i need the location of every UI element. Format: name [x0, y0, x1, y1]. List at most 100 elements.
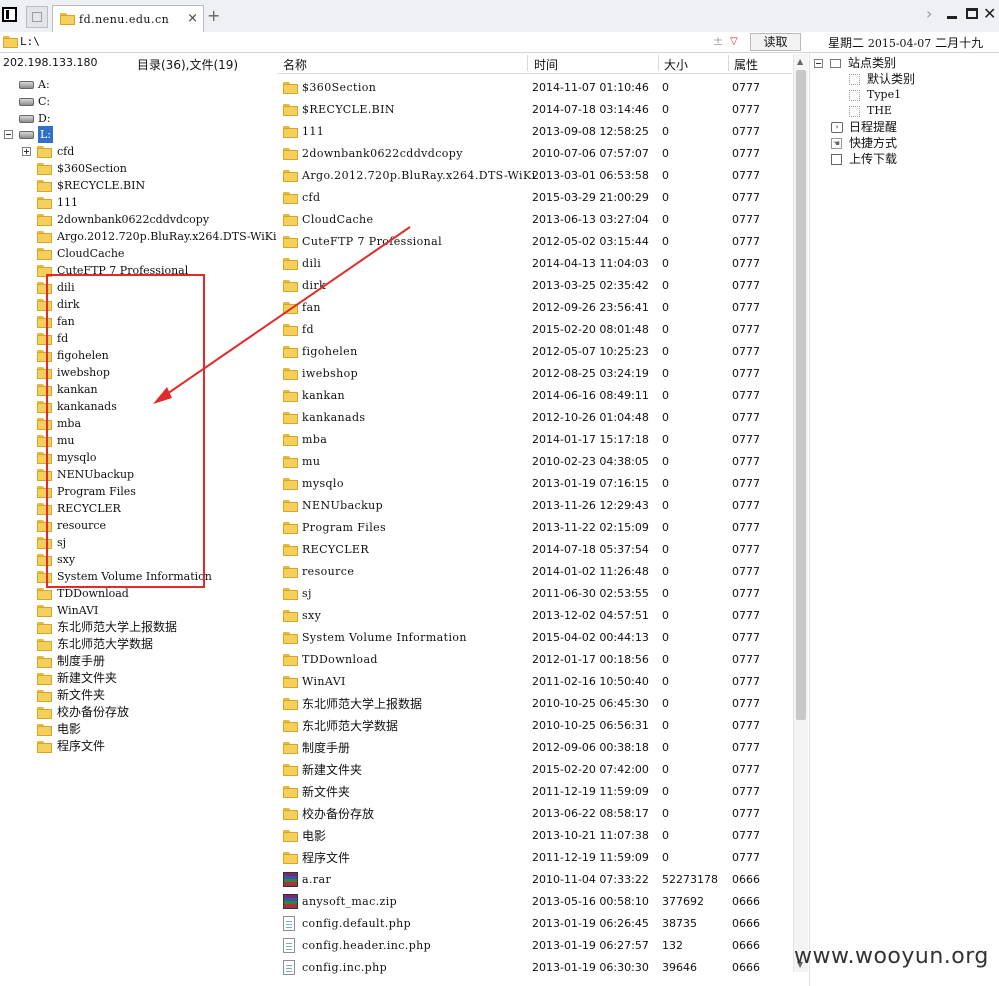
file-name[interactable]: config.default.php	[302, 913, 411, 935]
folder-row[interactable]: 东北师范大学上报数据 2010-10-25 06:45:30 0 0777	[278, 693, 792, 715]
file-name[interactable]: kankanads	[302, 407, 365, 429]
folder-row[interactable]: 程序文件 2011-12-19 11:59:09 0 0777	[278, 847, 792, 869]
file-name[interactable]: 程序文件	[302, 847, 350, 869]
collapse-icon[interactable]	[4, 130, 13, 139]
file-name[interactable]: RECYCLER	[302, 539, 369, 561]
folder-row[interactable]: Argo.2012.720p.BluRay.x264.DTS-WiKi 2013-…	[278, 165, 792, 187]
file-name[interactable]: mysqlo	[302, 473, 344, 495]
file-name[interactable]: sj	[302, 583, 312, 605]
folder-row[interactable]: RECYCLER 2014-07-18 05:37:54 0 0777	[278, 539, 792, 561]
folder-row[interactable]: WinAVI 2011-02-16 10:50:40 0 0777	[278, 671, 792, 693]
column-name[interactable]: 名称	[283, 56, 307, 73]
file-name[interactable]: a.rar	[302, 869, 331, 891]
minimize-icon[interactable]	[947, 16, 957, 19]
folder-row[interactable]: fd 2015-02-20 08:01:48 0 0777	[278, 319, 792, 341]
maximize-icon[interactable]	[966, 8, 978, 19]
chevron-right-icon[interactable]: ›	[926, 4, 932, 23]
folder-row[interactable]: sj 2011-06-30 02:53:55 0 0777	[278, 583, 792, 605]
file-name[interactable]: CuteFTP 7 Professional	[302, 231, 442, 253]
file-name[interactable]: Argo.2012.720p.BluRay.x264.DTS-WiKi	[302, 165, 536, 187]
folder-row[interactable]: kankan 2014-06-16 08:49:11 0 0777	[278, 385, 792, 407]
folder-row[interactable]: iwebshop 2012-08-25 03:24:19 0 0777	[278, 363, 792, 385]
add-bookmark-icon[interactable]: ±	[713, 34, 723, 48]
file-name[interactable]: System Volume Information	[302, 627, 467, 649]
file-name[interactable]: 新文件夹	[302, 781, 350, 803]
file-name[interactable]: 东北师范大学数据	[302, 715, 398, 737]
folder-row[interactable]: TDDownload 2012-01-17 00:18:56 0 0777	[278, 649, 792, 671]
tab-active[interactable]: fd.nenu.edu.cn ×	[52, 5, 204, 32]
folder-row[interactable]: 新建文件夹 2015-02-20 07:42:00 0 0777	[278, 759, 792, 781]
file-name[interactable]: Program Files	[302, 517, 386, 539]
file-name[interactable]: anysoft_mac.zip	[302, 891, 397, 913]
column-time[interactable]: 时间	[534, 56, 558, 73]
folder-row[interactable]: CuteFTP 7 Professional 2012-05-02 03:15:4…	[278, 231, 792, 253]
file-name[interactable]: $RECYCLE.BIN	[302, 99, 395, 121]
file-name[interactable]: 111	[302, 121, 324, 143]
address-input[interactable]: L:\	[20, 35, 40, 48]
file-name[interactable]: $360Section	[302, 77, 376, 99]
file-name[interactable]: cfd	[302, 187, 320, 209]
file-name[interactable]: 制度手册	[302, 737, 350, 759]
close-tab-icon[interactable]: ×	[187, 11, 198, 26]
folder-row[interactable]: CloudCache 2013-06-13 03:27:04 0 0777	[278, 209, 792, 231]
folder-row[interactable]: cfd 2015-03-29 21:00:29 0 0777	[278, 187, 792, 209]
folder-row[interactable]: fan 2012-09-26 23:56:41 0 0777	[278, 297, 792, 319]
close-icon[interactable]: ✕	[983, 4, 996, 23]
folder-row[interactable]: $360Section 2014-11-07 01:10:46 0 0777	[278, 77, 792, 99]
folder-row[interactable]: 制度手册 2012-09-06 00:38:18 0 0777	[278, 737, 792, 759]
folder-row[interactable]: dili 2014-04-13 11:04:03 0 0777	[278, 253, 792, 275]
folder-row[interactable]: 校办备份存放 2013-06-22 08:58:17 0 0777	[278, 803, 792, 825]
file-name[interactable]: 2downbank0622cddvdcopy	[302, 143, 463, 165]
file-name[interactable]: NENUbackup	[302, 495, 383, 517]
folder-row[interactable]: mysqlo 2013-01-19 07:16:15 0 0777	[278, 473, 792, 495]
file-name[interactable]: WinAVI	[302, 671, 346, 693]
file-name[interactable]: figohelen	[302, 341, 358, 363]
file-name[interactable]: sxy	[302, 605, 321, 627]
file-row[interactable]: config.header.inc.php 2013-01-19 06:27:57…	[278, 935, 792, 957]
scroll-up-icon[interactable]: ▲	[797, 57, 803, 66]
chevron-down-icon[interactable]: ▽	[730, 36, 738, 47]
file-name[interactable]: CloudCache	[302, 209, 373, 231]
file-name[interactable]: dili	[302, 253, 321, 275]
file-name[interactable]: config.header.inc.php	[302, 935, 431, 957]
folder-row[interactable]: Program Files 2013-11-22 02:15:09 0 0777	[278, 517, 792, 539]
folder-row[interactable]: 新文件夹 2011-12-19 11:59:09 0 0777	[278, 781, 792, 803]
file-name[interactable]: config.inc.php	[302, 957, 387, 979]
folder-row[interactable]: figohelen 2012-05-07 10:25:23 0 0777	[278, 341, 792, 363]
folder-row[interactable]: kankanads 2012-10-26 01:04:48 0 0777	[278, 407, 792, 429]
column-attr[interactable]: 属性	[734, 56, 758, 73]
file-name[interactable]: fd	[302, 319, 314, 341]
file-row[interactable]: a.rar 2010-11-04 07:33:22 52273178 0666	[278, 869, 792, 891]
file-row[interactable]: config.default.php 2013-01-19 06:26:45 387…	[278, 913, 792, 935]
folder-row[interactable]: mba 2014-01-17 15:17:18 0 0777	[278, 429, 792, 451]
file-name[interactable]: dirk	[302, 275, 326, 297]
file-name[interactable]: TDDownload	[302, 649, 378, 671]
collapse-icon[interactable]	[814, 59, 823, 68]
folder-row[interactable]: $RECYCLE.BIN 2014-07-18 03:14:46 0 0777	[278, 99, 792, 121]
file-name[interactable]: iwebshop	[302, 363, 358, 385]
folder-row[interactable]: sxy 2013-12-02 04:57:51 0 0777	[278, 605, 792, 627]
folder-row[interactable]: NENUbackup 2013-11-26 12:29:43 0 0777	[278, 495, 792, 517]
file-row[interactable]: anysoft_mac.zip 2013-05-16 00:58:10 377692…	[278, 891, 792, 913]
file-name[interactable]: mba	[302, 429, 327, 451]
expand-icon[interactable]	[22, 147, 31, 156]
folder-row[interactable]: mu 2010-02-23 04:38:05 0 0777	[278, 451, 792, 473]
folder-row[interactable]: 电影 2013-10-21 11:07:38 0 0777	[278, 825, 792, 847]
file-name[interactable]: resource	[302, 561, 354, 583]
file-row[interactable]: config.inc.php 2013-01-19 06:30:30 39646 06…	[278, 957, 792, 979]
folder-row[interactable]: dirk 2013-03-25 02:35:42 0 0777	[278, 275, 792, 297]
read-button[interactable]: 读取	[750, 33, 801, 51]
scrollbar[interactable]: ▲ ▼	[793, 54, 808, 972]
file-name[interactable]: fan	[302, 297, 321, 319]
folder-row[interactable]: 111 2013-09-08 12:58:25 0 0777	[278, 121, 792, 143]
file-name[interactable]: kankan	[302, 385, 345, 407]
column-size[interactable]: 大小	[664, 56, 688, 73]
blank-tab[interactable]	[26, 6, 48, 28]
folder-row[interactable]: 2downbank0622cddvdcopy 2010-07-06 07:57:0…	[278, 143, 792, 165]
sidebar-toggle-button[interactable]	[2, 7, 17, 22]
file-name[interactable]: 校办备份存放	[302, 803, 374, 825]
folder-row[interactable]: 东北师范大学数据 2010-10-25 06:56:31 0 0777	[278, 715, 792, 737]
file-name[interactable]: 新建文件夹	[302, 759, 362, 781]
new-tab-icon[interactable]: +	[207, 6, 220, 25]
folder-row[interactable]: System Volume Information 2015-04-02 00:4…	[278, 627, 792, 649]
